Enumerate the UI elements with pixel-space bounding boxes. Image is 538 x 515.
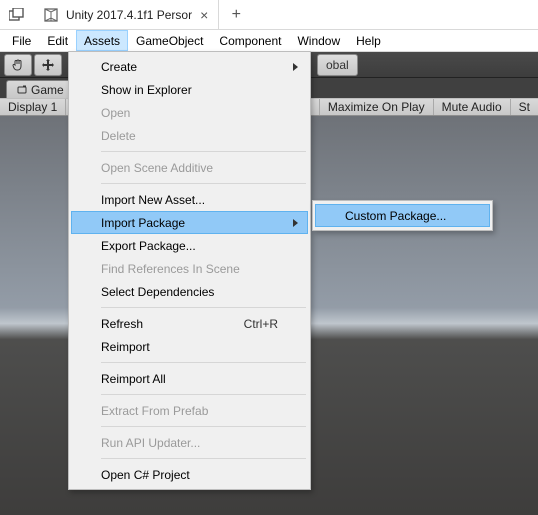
menu-item-label: Open C# Project (101, 468, 190, 482)
gizmo-toggle-button[interactable]: obal (317, 54, 358, 76)
menu-item-label: Refresh (101, 317, 143, 331)
window-tab-title: Unity 2017.4.1f1 Persor (66, 8, 192, 22)
menu-edit[interactable]: Edit (39, 30, 76, 51)
menu-item-label: Show in Explorer (101, 83, 192, 97)
stats-toggle[interactable]: St (511, 99, 538, 115)
menu-item-label: Create (101, 60, 137, 74)
assets-menu-item-refresh[interactable]: Refresh Ctrl+R (71, 312, 308, 335)
new-tab-button[interactable]: + (219, 0, 253, 29)
window-tab[interactable]: Unity 2017.4.1f1 Persor × (34, 0, 219, 29)
game-icon (17, 85, 27, 95)
close-icon[interactable]: × (200, 8, 208, 22)
assets-menu-item-reimport[interactable]: Reimport (71, 335, 308, 358)
assets-menu-item-separator (101, 151, 306, 152)
menu-item-label: Extract From Prefab (101, 404, 208, 418)
assets-menu-item-reimport-all[interactable]: Reimport All (71, 367, 308, 390)
tab-game[interactable]: Game (6, 80, 75, 98)
menu-item-label: Open Scene Additive (101, 161, 213, 175)
assets-menu-item-separator (101, 307, 306, 308)
hand-tool-button[interactable] (4, 54, 32, 76)
assets-menu-item-extract-from-prefab: Extract From Prefab (71, 399, 308, 422)
menu-item-label: Import Package (101, 216, 185, 230)
mute-audio-toggle[interactable]: Mute Audio (434, 99, 511, 115)
chevron-right-icon (293, 63, 298, 71)
move-tool-button[interactable] (34, 54, 62, 76)
menu-item-label: Reimport All (101, 372, 166, 386)
menu-item-label: Run API Updater... (101, 436, 200, 450)
assets-menu-item-import-new-asset[interactable]: Import New Asset... (71, 188, 308, 211)
assets-menu-item-run-api-updater: Run API Updater... (71, 431, 308, 454)
menu-item-label: Open (101, 106, 130, 120)
assets-menu-item-export-package[interactable]: Export Package... (71, 234, 308, 257)
chevron-right-icon (293, 219, 298, 227)
assets-menu-item-select-dependencies[interactable]: Select Dependencies (71, 280, 308, 303)
assets-menu-item-separator (101, 458, 306, 459)
menu-component[interactable]: Component (211, 30, 289, 51)
assets-menu-item-import-package[interactable]: Import Package (71, 211, 308, 234)
tab-game-label: Game (31, 83, 64, 97)
assets-menu-item-show-in-explorer[interactable]: Show in Explorer (71, 78, 308, 101)
menu-help[interactable]: Help (348, 30, 389, 51)
menu-item-label: Reimport (101, 340, 150, 354)
menu-window[interactable]: Window (289, 30, 348, 51)
assets-menu-item-open: Open (71, 101, 308, 124)
unity-cube-icon (44, 8, 58, 22)
assets-menu-item-open-c-project[interactable]: Open C# Project (71, 463, 308, 486)
move-arrows-icon (41, 58, 55, 72)
assets-menu-item-delete: Delete (71, 124, 308, 147)
display-dropdown[interactable]: Display 1 (0, 99, 66, 115)
menu-item-label: Custom Package... (345, 209, 446, 223)
menu-gameobject[interactable]: GameObject (128, 30, 211, 51)
menu-item-label: Delete (101, 129, 136, 143)
assets-menu-item-create[interactable]: Create (71, 55, 308, 78)
menu-file[interactable]: File (4, 30, 39, 51)
assets-menu-item-find-references-in-scene: Find References In Scene (71, 257, 308, 280)
assets-menu: Create Show in Explorer Open Delete Open Sce… (68, 51, 311, 490)
assets-menu-item-separator (101, 426, 306, 427)
assets-menu-item-open-scene-additive: Open Scene Additive (71, 156, 308, 179)
window-app-icon (0, 0, 34, 29)
gizmo-toggle-label: obal (326, 58, 349, 72)
menu-item-label: Find References In Scene (101, 262, 240, 276)
menu-item-label: Export Package... (101, 239, 196, 253)
import-package-item-custom-package[interactable]: Custom Package... (315, 204, 490, 227)
assets-menu-item-separator (101, 183, 306, 184)
assets-menu-item-separator (101, 362, 306, 363)
assets-menu-item-separator (101, 394, 306, 395)
menubar: FileEditAssetsGameObjectComponentWindowH… (0, 30, 538, 52)
import-package-submenu: Custom Package... (312, 200, 493, 231)
menu-item-label: Import New Asset... (101, 193, 205, 207)
menu-assets[interactable]: Assets (76, 30, 128, 51)
hand-icon (11, 58, 25, 72)
window-titlebar: Unity 2017.4.1f1 Persor × + (0, 0, 538, 30)
menu-item-label: Select Dependencies (101, 285, 214, 299)
menu-item-shortcut: Ctrl+R (244, 317, 278, 331)
maximize-on-play-toggle[interactable]: Maximize On Play (320, 99, 434, 115)
